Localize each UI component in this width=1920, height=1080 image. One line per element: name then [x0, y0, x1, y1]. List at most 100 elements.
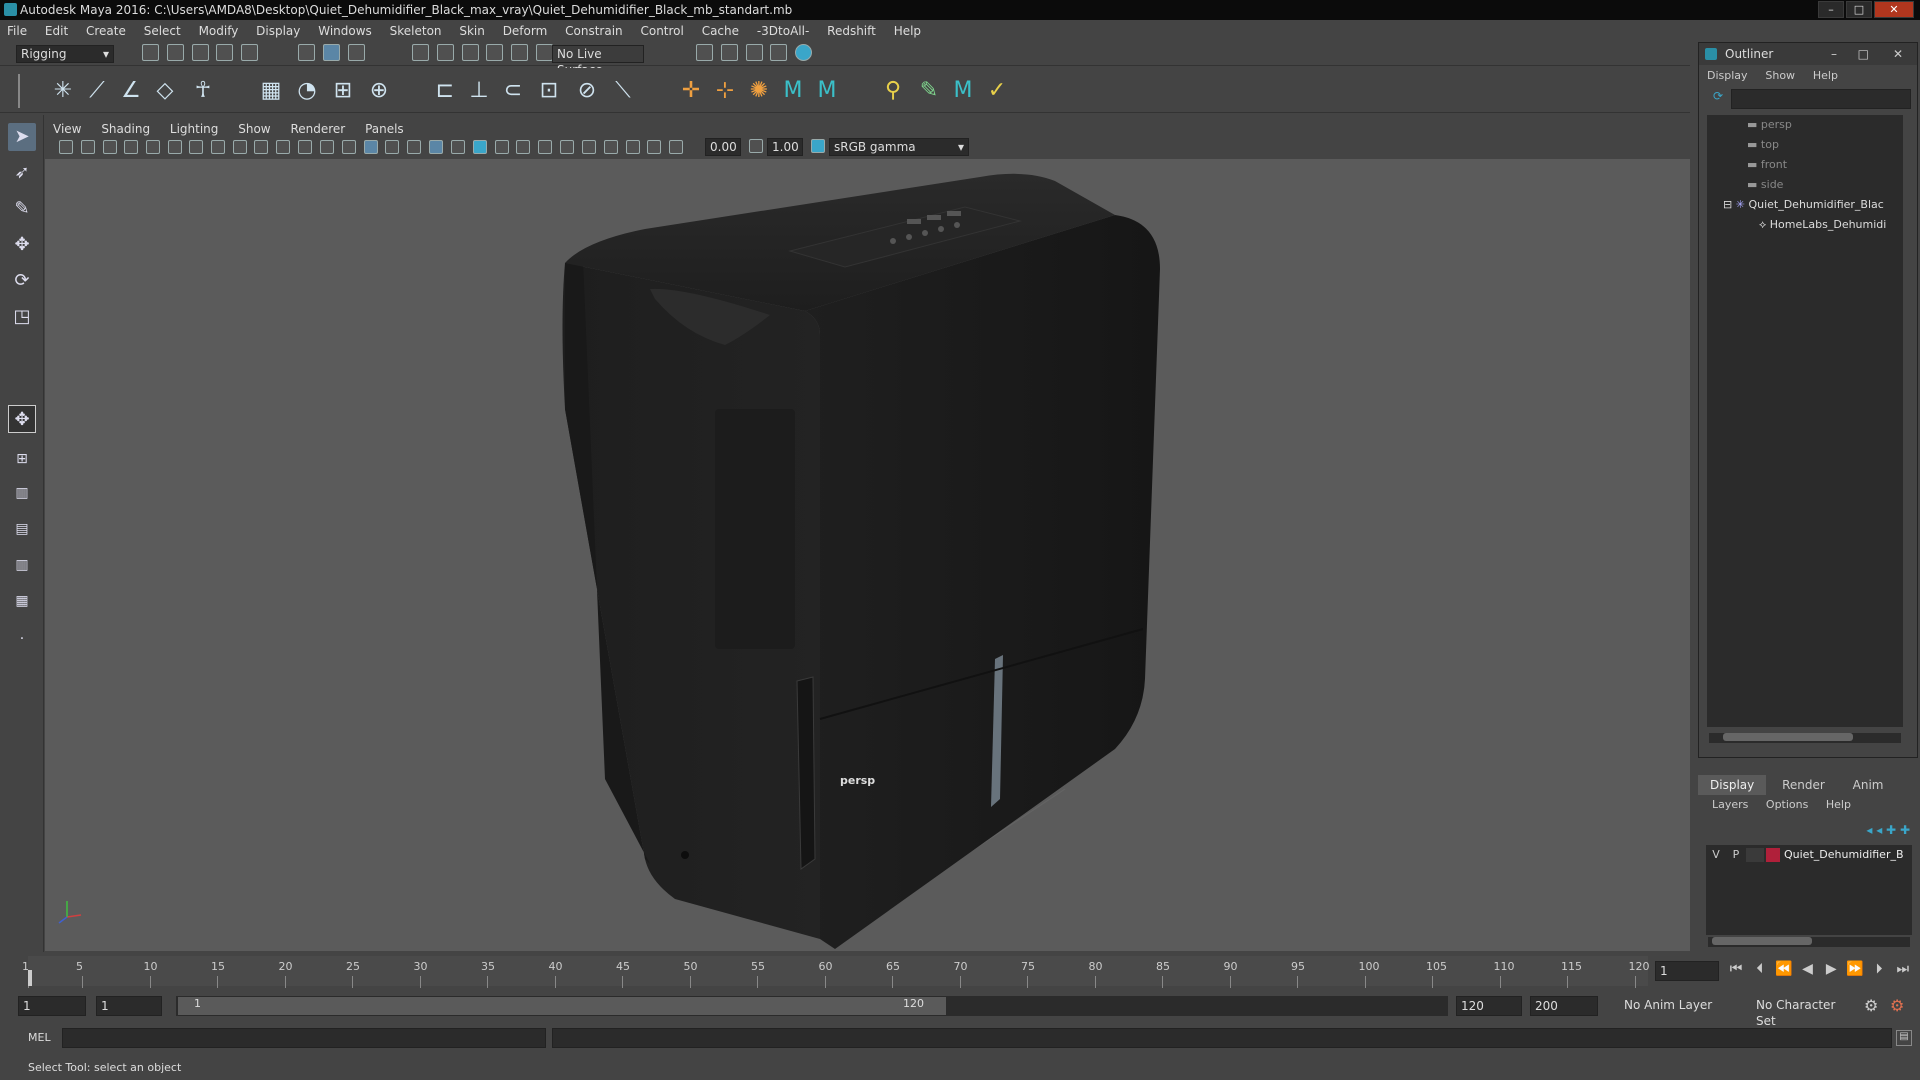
- outliner-close-icon[interactable]: ✕: [1893, 43, 1903, 65]
- playback-start-field[interactable]: 1: [96, 996, 162, 1016]
- pole-vector-icon[interactable]: ⟍: [610, 78, 636, 104]
- snap-live-icon[interactable]: [536, 44, 554, 61]
- wireframe-on-shaded-icon[interactable]: [407, 139, 422, 154]
- anti-aliasing-icon[interactable]: [538, 139, 553, 154]
- joint-icon[interactable]: ✳: [50, 78, 76, 104]
- rotate-tool-icon[interactable]: ⟳: [8, 267, 36, 295]
- new-layer-icon[interactable]: ✚: [1886, 823, 1896, 837]
- set-key-icon[interactable]: ⚲: [880, 78, 906, 104]
- color-management-icon[interactable]: [811, 139, 825, 153]
- persp-hypershade-layout-icon[interactable]: ▥: [8, 551, 36, 579]
- ipr-render-icon[interactable]: [745, 44, 763, 61]
- maximize-button[interactable]: □: [1846, 1, 1872, 18]
- 2d-pan-zoom-icon[interactable]: [146, 139, 161, 154]
- image-plane-icon[interactable]: [124, 139, 139, 154]
- xray-icon[interactable]: [603, 139, 618, 154]
- layer-row[interactable]: V P Quiet_Dehumidifier_B: [1706, 845, 1912, 865]
- ik-handle-icon[interactable]: ⟋: [84, 78, 110, 104]
- outliner-item-group[interactable]: ⊟ ✳ Quiet_Dehumidifier_Blac: [1707, 195, 1903, 215]
- move-layer-down-icon[interactable]: ◂: [1876, 823, 1882, 837]
- menu-skin[interactable]: Skin: [452, 20, 492, 42]
- outliner-menu-show[interactable]: Show: [1765, 69, 1795, 82]
- menu-file[interactable]: File: [0, 20, 34, 42]
- new-scene-icon[interactable]: [142, 44, 159, 61]
- scale-constraint-icon[interactable]: ⊡: [536, 78, 562, 104]
- gate-mask-icon[interactable]: [254, 139, 269, 154]
- menu-modify[interactable]: Modify: [192, 20, 246, 42]
- new-layer-selected-icon[interactable]: ✚: [1900, 823, 1910, 837]
- minimize-button[interactable]: –: [1818, 1, 1844, 18]
- film-gate-icon[interactable]: [210, 139, 225, 154]
- scrollbar-thumb[interactable]: [1712, 937, 1812, 945]
- camera-attributes-icon[interactable]: [80, 139, 95, 154]
- time-slider[interactable]: 1 5 10 15 20 25 30 35 40 45 50 55 60 65 70 75 80 85 90 95 10…: [0, 952, 1920, 990]
- xray-joints-icon[interactable]: [625, 139, 640, 154]
- four-view-layout-icon[interactable]: ⊞: [8, 445, 36, 473]
- step-forward-key-icon[interactable]: ⏩: [1845, 961, 1865, 977]
- outliner-maximize-icon[interactable]: □: [1858, 43, 1869, 65]
- time-ruler[interactable]: 1 5 10 15 20 25 30 35 40 45 50 55 60 65 70 75 80 85 90 95 10…: [22, 956, 1650, 988]
- resolution-gate-icon[interactable]: [232, 139, 247, 154]
- menu-cache[interactable]: Cache: [695, 20, 746, 42]
- playback-end-field[interactable]: 120: [1456, 996, 1522, 1016]
- viewport-menu-show[interactable]: Show: [230, 120, 278, 138]
- parent-constraint-icon[interactable]: ⊏: [432, 78, 458, 104]
- maya-tool-c-icon[interactable]: M: [950, 78, 976, 104]
- live-surface-field[interactable]: No Live Surface: [552, 45, 644, 77]
- exposure-field[interactable]: 0.00: [705, 138, 741, 156]
- depth-of-field-icon[interactable]: [560, 139, 575, 154]
- paint-weights-icon[interactable]: ◔: [294, 78, 320, 104]
- layer-playback-toggle[interactable]: P: [1726, 845, 1746, 865]
- xray-components-icon[interactable]: [647, 139, 662, 154]
- go-to-start-icon[interactable]: ⏮: [1726, 961, 1746, 977]
- menu-windows[interactable]: Windows: [311, 20, 379, 42]
- layer-menu-options[interactable]: Options: [1766, 798, 1808, 811]
- snap-surface-icon[interactable]: [511, 44, 529, 61]
- range-slider-bar[interactable]: 1 120: [178, 997, 946, 1015]
- outliner-minimize-icon[interactable]: –: [1831, 43, 1837, 65]
- maya-tool-a-icon[interactable]: M: [780, 78, 806, 104]
- menu-constrain[interactable]: Constrain: [558, 20, 630, 42]
- select-camera-icon[interactable]: [59, 139, 73, 154]
- anim-layer-dropdown[interactable]: No Anim Layer: [1620, 997, 1742, 1015]
- outliner-item-side[interactable]: ▬ side: [1707, 175, 1903, 195]
- menu-deform[interactable]: Deform: [496, 20, 555, 42]
- snap-curve-icon[interactable]: [436, 44, 454, 61]
- humanik-icon[interactable]: ☥: [190, 78, 216, 104]
- bind-skin-icon[interactable]: ▦: [258, 78, 284, 104]
- menu-help[interactable]: Help: [887, 20, 928, 42]
- isolate-select-icon[interactable]: [581, 139, 596, 154]
- default-material-icon[interactable]: [385, 139, 400, 154]
- gamma-icon[interactable]: [749, 139, 763, 153]
- key-icon[interactable]: ⚙: [1864, 996, 1878, 1015]
- checkmark-icon[interactable]: ✓: [984, 78, 1010, 104]
- layer-color-swatch[interactable]: [1766, 848, 1780, 862]
- scale-tool-icon[interactable]: ◳: [8, 303, 36, 331]
- orient-constraint-icon[interactable]: ⊂: [500, 78, 526, 104]
- range-slider-track[interactable]: 1 120: [176, 996, 1448, 1016]
- soft-mod-icon[interactable]: ✺: [746, 78, 772, 104]
- select-hierarchy-icon[interactable]: [298, 44, 315, 61]
- persp-graph-layout-icon[interactable]: ▤: [8, 515, 36, 543]
- paint-select-tool-icon[interactable]: ✎: [8, 195, 36, 223]
- filter-refresh-icon[interactable]: ⟳: [1707, 89, 1729, 109]
- script-language-label[interactable]: MEL: [28, 1031, 51, 1044]
- outliner-menu-help[interactable]: Help: [1813, 69, 1838, 82]
- play-forwards-icon[interactable]: ▶: [1821, 961, 1841, 977]
- animation-end-field[interactable]: 200: [1530, 996, 1598, 1016]
- viewport-menu-view[interactable]: View: [45, 120, 89, 138]
- exposure-icon[interactable]: [669, 139, 684, 154]
- script-editor-icon[interactable]: ▤: [1896, 1030, 1912, 1046]
- menu-edit[interactable]: Edit: [38, 20, 75, 42]
- persp-uv-layout-icon[interactable]: ▦: [8, 587, 36, 615]
- grid-icon[interactable]: [189, 139, 203, 154]
- safe-action-icon[interactable]: [298, 139, 313, 154]
- single-perspective-layout-icon[interactable]: ✥: [8, 405, 36, 433]
- scrollbar-thumb[interactable]: [1723, 733, 1853, 741]
- cluster-handle-icon[interactable]: ⊹: [712, 78, 738, 104]
- maya-tool-b-icon[interactable]: M: [814, 78, 840, 104]
- redo-icon[interactable]: [241, 44, 259, 61]
- viewport-menu-renderer[interactable]: Renderer: [282, 120, 353, 138]
- collapse-icon[interactable]: ⊟: [1723, 198, 1732, 211]
- tab-render[interactable]: Render: [1770, 775, 1837, 795]
